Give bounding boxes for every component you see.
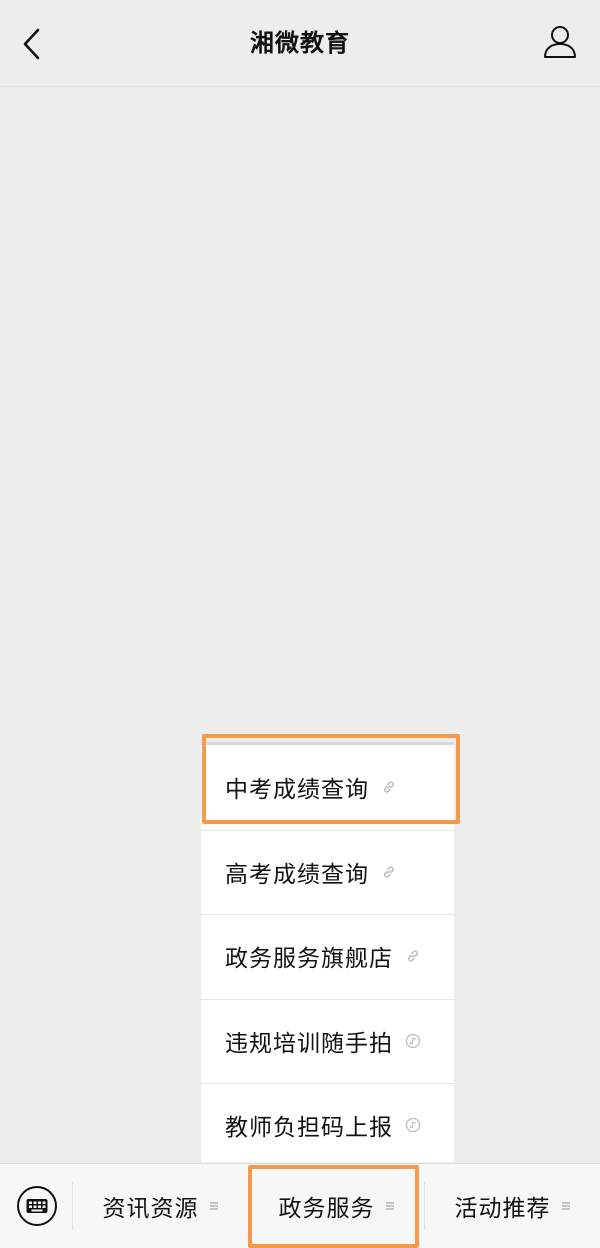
menu-lines-icon: [385, 1202, 394, 1210]
service-submenu: 中考成绩查询 高考成绩查询 政务服务旗舰店 违规培训随手拍 教师负担码上报: [201, 742, 454, 1162]
tab-activity-recommend[interactable]: 活动推荐: [425, 1164, 600, 1248]
menu-item-label: 高考成绩查询: [225, 861, 369, 888]
profile-button[interactable]: [540, 22, 580, 62]
menu-item-label: 政务服务旗舰店: [225, 946, 393, 973]
back-button[interactable]: [14, 22, 54, 66]
tab-label: 政务服务: [278, 1196, 375, 1222]
menu-item-label: 教师负担码上报: [225, 1115, 393, 1142]
navigation-bar: 湘微教育: [0, 0, 600, 87]
keyboard-icon: [17, 1186, 57, 1226]
menu-item-gaokao-score[interactable]: 高考成绩查询: [201, 829, 454, 915]
mini-program-icon: [405, 1033, 421, 1048]
mini-program-icon: [405, 1118, 421, 1133]
menu-item-zhongkao-score[interactable]: 中考成绩查询: [201, 745, 454, 830]
menu-item-teacher-burden[interactable]: 教师负担码上报: [201, 1083, 454, 1168]
tab-news-resources[interactable]: 资讯资源: [73, 1164, 248, 1248]
tab-gov-services[interactable]: 政务服务: [249, 1164, 424, 1248]
chevron-left-icon: [23, 28, 40, 60]
keyboard-toggle-button[interactable]: [16, 1185, 58, 1227]
menu-lines-icon: [561, 1202, 570, 1210]
menu-item-label: 中考成绩查询: [225, 777, 369, 804]
tab-label: 资讯资源: [102, 1196, 199, 1222]
bottom-menu-bar: 资讯资源 政务服务 活动推荐: [0, 1163, 600, 1248]
tab-label: 活动推荐: [454, 1196, 551, 1222]
menu-item-report-training[interactable]: 违规培训随手拍: [201, 998, 454, 1084]
link-icon: [383, 866, 395, 878]
menu-item-gov-service-store[interactable]: 政务服务旗舰店: [201, 914, 454, 999]
link-icon: [407, 950, 419, 962]
page-title: 湘微教育: [250, 29, 350, 57]
menu-item-label: 违规培训随手拍: [225, 1030, 393, 1057]
link-icon: [383, 781, 395, 793]
menu-lines-icon: [209, 1202, 218, 1210]
person-icon: [544, 26, 576, 58]
